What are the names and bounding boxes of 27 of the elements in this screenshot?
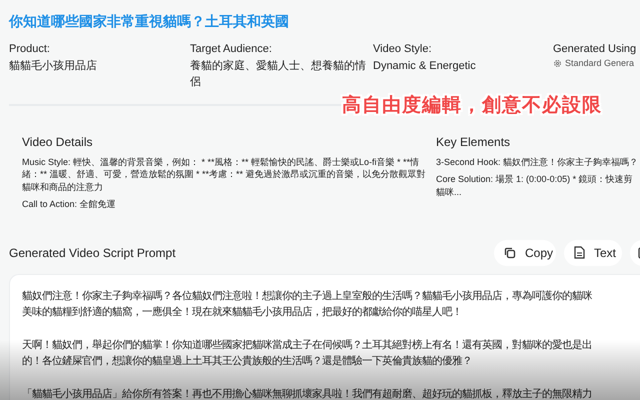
script-text: 的！各位鏟屎官們，想讓你的貓皇過上土耳其王公貴族般的生活嗎？還是體驗一下英倫貴族貓的優雅？	[22, 354, 473, 369]
copy-button[interactable]: Copy	[494, 240, 556, 266]
field-label: Target Audience:	[190, 42, 273, 57]
detail-text: Music Style: 輕快、溫馨的背景音樂，例如： * **風格：** 輕鬆愉快的民謠、爵士樂或Lo-fi音樂 * **情緒：** 溫暖、舒適、可愛，營造放鬆的氛圍 * **考慮：** 避免過於激昂或沉重的音樂，以免分散觀眾對貓咪和商品的注意力	[22, 156, 427, 193]
section-heading: Generated Video Script Prompt	[9, 246, 176, 260]
field-label: Product:	[9, 42, 51, 57]
field-value: Dynamic & Energetic	[373, 59, 477, 74]
section-heading: Video Details	[22, 136, 94, 148]
script-text: 貓奴們注意！你家主子夠幸福嗎？各位貓奴們注意啦！想讓你的主子過上皇室般的生活嗎？貓貓毛小孩用品店，專為呵護你的貓咪	[22, 289, 593, 304]
field-value: 養貓的家庭、愛貓人士、想養貓的情侶	[190, 58, 367, 90]
script-text: 天啊！貓奴們，舉起你們的貓掌！你知道哪些國家把貓咪當成主子在伺候嗎？土耳其絕對榜上有名！還有英國，對貓咪的愛也是出	[22, 338, 593, 352]
field-value: 貓貓毛小孩用品店	[9, 58, 98, 74]
script-text: 「貓貓毛小孩用品店」給你所有答案！再也不用擔心貓咪無聊抓壞家具啦！我們有超耐磨、超好玩的貓抓板，釋放主子的無限精力	[22, 387, 593, 400]
page-title: 你知道哪些國家非常重視貓嗎？土耳其和英國	[9, 13, 290, 31]
document-icon	[574, 246, 585, 259]
text-button[interactable]: Text	[564, 240, 622, 266]
detail-text: 3-Second Hook: 貓奴們注意！你家主子夠幸福嗎？	[436, 156, 638, 168]
field-value: Standard Genera	[565, 58, 634, 68]
detail-text: Call to Action: 全館免運	[22, 198, 117, 210]
field-label: Video Style:	[373, 42, 433, 57]
overlay-caption: 高自由度編輯，創意不必設限	[342, 94, 602, 118]
section-heading: Key Elements	[436, 136, 512, 148]
field-label: Generated Using	[553, 42, 638, 57]
gear-icon	[553, 58, 562, 68]
script-text: 美味的貓糧到舒適的貓窩，一應俱全！現在就來貓貓毛小孩用品店，把最好的都獻給你的喵星人吧！	[22, 305, 463, 320]
copy-icon	[504, 246, 516, 258]
detail-text: Core Solution: 場景 1: (0:00-0:05) * 鏡頭：快速剪 貓咪...	[436, 173, 634, 198]
